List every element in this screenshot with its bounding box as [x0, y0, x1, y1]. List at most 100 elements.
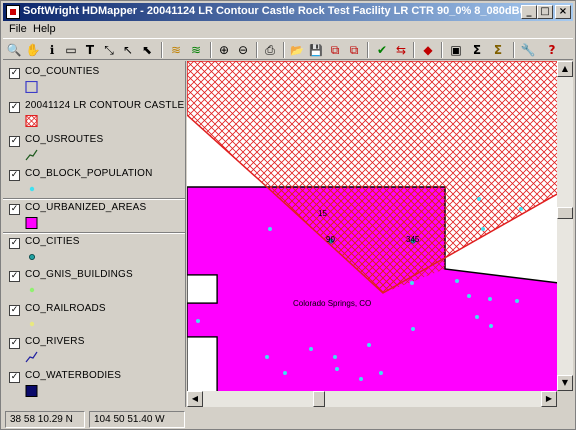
toolbar-separator — [283, 42, 285, 58]
layer-item-co-cities[interactable]: ✓ CO_CITIES — [3, 233, 185, 267]
map-drawing: 15 90 345 Colorado Springs, CO — [187, 61, 557, 391]
toolbar: 🔍 ✋ ℹ ▭ T ⤡ ↖ ⬉ ≋ ≋ ⊕ ⊖ ⎙ 📂 💾 ⧉ ⧉ ✔ ⇆ ◆ … — [3, 38, 573, 60]
dot-symbol — [29, 287, 35, 293]
population-point — [379, 371, 383, 375]
scroll-left-arrow-icon[interactable]: ◀ — [187, 391, 203, 407]
layer-item-co-usroutes[interactable]: ✓ CO_USROUTES — [3, 131, 185, 165]
layer-checkbox[interactable]: ✓ — [9, 238, 20, 249]
population-point — [488, 297, 492, 301]
toolbar-separator — [513, 42, 515, 58]
layer-checkbox[interactable]: ✓ — [9, 271, 20, 282]
measure-icon[interactable]: ⤡ — [100, 41, 118, 59]
tools-icon[interactable]: 🔧 — [519, 41, 537, 59]
zoom-in-icon[interactable]: ⊕ — [215, 41, 233, 59]
filled-square-symbol — [25, 217, 38, 229]
swap-icon[interactable]: ⇆ — [392, 41, 410, 59]
population-point — [411, 327, 415, 331]
toolbar-separator — [161, 42, 163, 58]
layer-item-co-block-population[interactable]: ✓ CO_BLOCK_POPULATION — [3, 165, 185, 199]
longitude-readout: 104 50 51.40 W — [89, 411, 185, 428]
layer-label: CO_USROUTES — [25, 134, 104, 145]
open-folder-icon[interactable]: 📂 — [288, 41, 306, 59]
layer-item-co-waterbodies[interactable]: ✓ CO_WATERBODIES — [3, 367, 185, 401]
horizontal-scrollbar[interactable]: ◀ ▶ — [187, 391, 557, 407]
import-icon[interactable]: ⧉ — [345, 41, 363, 59]
minimize-button[interactable]: _ — [521, 5, 537, 19]
menu-bar: File Help — [3, 22, 573, 37]
scroll-down-arrow-icon[interactable]: ▼ — [557, 375, 573, 391]
vertical-scroll-thumb[interactable] — [557, 207, 573, 219]
population-point — [333, 355, 337, 359]
close-button[interactable]: × — [555, 5, 571, 19]
population-point — [367, 343, 371, 347]
app-window: SoftWright HDMapper - 20041124 LR Contou… — [0, 0, 576, 430]
menu-help[interactable]: Help — [33, 23, 56, 35]
window-icon[interactable]: ▣ — [447, 41, 465, 59]
layer-item-co-gnis-buildings[interactable]: ✓ CO_GNIS_BUILDINGS — [3, 266, 185, 300]
vertical-scrollbar[interactable]: ▲ ▼ — [557, 61, 573, 391]
layer-checkbox[interactable]: ✓ — [9, 372, 20, 383]
layer-label: CO_CITIES — [25, 236, 80, 247]
edit-arrow-icon[interactable]: ⬉ — [138, 41, 156, 59]
save-icon[interactable]: 💾 — [307, 41, 325, 59]
info-icon[interactable]: ℹ — [43, 41, 61, 59]
layer-item-contour[interactable]: ✓ 20041124 LR CONTOUR CASTLE RO — [3, 97, 186, 131]
layer-label: 20041124 LR CONTOUR CASTLE RO — [25, 100, 186, 111]
scrollbar-corner — [557, 391, 573, 407]
population-point — [265, 355, 269, 359]
zoom-icon[interactable]: 🔍 — [5, 41, 23, 59]
check-layer-icon[interactable]: ✔ — [373, 41, 391, 59]
label-icon[interactable]: ▭ — [62, 41, 80, 59]
map-canvas[interactable]: 15 90 345 Colorado Springs, CO — [187, 61, 557, 391]
latitude-readout: 38 58 10.29 N — [5, 411, 85, 428]
text-icon[interactable]: T — [81, 41, 99, 59]
population-point — [196, 319, 200, 323]
river-line-symbol — [25, 351, 38, 363]
pan-hand-icon[interactable]: ✋ — [24, 41, 42, 59]
population-point — [309, 347, 313, 351]
population-point — [477, 197, 481, 201]
help-icon[interactable]: ? — [543, 41, 561, 59]
layer-label: CO_BLOCK_POPULATION — [25, 168, 153, 179]
layer-checkbox[interactable]: ✓ — [9, 305, 20, 316]
export-icon[interactable]: ⧉ — [326, 41, 344, 59]
maximize-button[interactable]: □ — [537, 5, 553, 19]
app-icon[interactable] — [6, 5, 20, 19]
title-bar[interactable]: SoftWright HDMapper - 20041124 LR Contou… — [3, 3, 573, 21]
population-point — [519, 207, 523, 211]
layer-checkbox[interactable]: ✓ — [9, 170, 20, 181]
layer-checkbox[interactable]: ✓ — [9, 204, 20, 215]
scroll-right-arrow-icon[interactable]: ▶ — [541, 391, 557, 407]
layer-item-co-rivers[interactable]: ✓ CO_RIVERS — [3, 333, 185, 367]
dot-symbol — [29, 321, 35, 327]
menu-file[interactable]: File — [9, 23, 27, 35]
layers-icon[interactable]: ≋ — [167, 41, 185, 59]
population-point — [359, 377, 363, 381]
zoom-out-icon[interactable]: ⊖ — [234, 41, 252, 59]
layer-checkbox[interactable]: ✓ — [9, 102, 20, 113]
layer-checkbox[interactable]: ✓ — [9, 338, 20, 349]
layer-item-co-railroads[interactable]: ✓ CO_RAILROADS — [3, 300, 185, 334]
toolbar-separator — [256, 42, 258, 58]
layer-item-co-counties[interactable]: ✓ CO_COUNTIES — [3, 63, 185, 97]
toolbar-separator — [210, 42, 212, 58]
layer-item-co-urbanized-areas[interactable]: ✓ CO_URBANIZED_AREAS — [3, 199, 185, 233]
sum-alt-icon[interactable]: Σ — [489, 41, 507, 59]
city-label-colorado-springs: Colorado Springs, CO — [293, 299, 371, 308]
print-icon[interactable]: ⎙ — [261, 41, 279, 59]
layer-label: CO_URBANIZED_AREAS — [25, 202, 147, 213]
horizontal-scroll-thumb[interactable] — [313, 391, 325, 407]
hatched-square-symbol — [25, 115, 38, 127]
outline-square-symbol — [25, 81, 38, 93]
stack-icon[interactable]: ◆ — [419, 41, 437, 59]
scroll-up-arrow-icon[interactable]: ▲ — [557, 61, 573, 77]
select-arrow-icon[interactable]: ↖ — [119, 41, 137, 59]
layers-alt-icon[interactable]: ≋ — [187, 41, 205, 59]
layer-checkbox[interactable]: ✓ — [9, 68, 20, 79]
status-bar: 38 58 10.29 N 104 50 51.40 W — [3, 409, 573, 429]
window-title: SoftWright HDMapper - 20041124 LR Contou… — [23, 5, 549, 17]
layer-checkbox[interactable]: ✓ — [9, 136, 20, 147]
population-point — [515, 299, 519, 303]
layer-label: CO_WATERBODIES — [25, 370, 122, 381]
sum-icon[interactable]: Σ — [468, 41, 486, 59]
